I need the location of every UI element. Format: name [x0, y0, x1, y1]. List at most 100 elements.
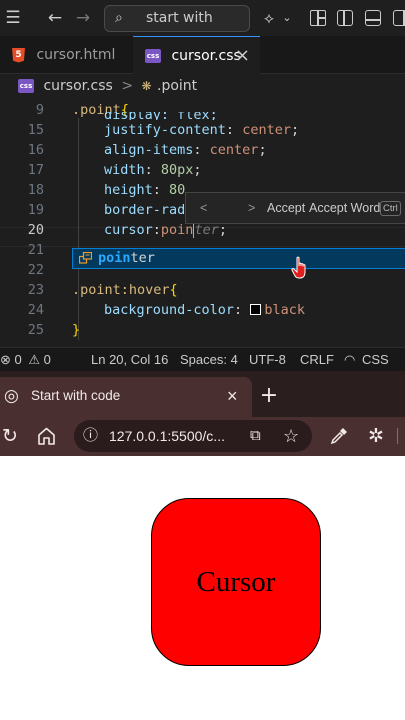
- menu-icon[interactable]: ☰: [0, 0, 26, 36]
- line-number: 25: [27, 322, 44, 338]
- code-token: center: [209, 142, 259, 158]
- forward-arrow-icon[interactable]: →: [70, 0, 96, 36]
- toggle-panel-icon[interactable]: [365, 10, 381, 26]
- code-token: height: [104, 182, 153, 198]
- address-bar[interactable]: ⓘ 127.0.0.1:5500/c... ⧉ ☆: [74, 420, 312, 452]
- code-token: center: [242, 122, 291, 138]
- close-tab-icon[interactable]: ×: [227, 377, 238, 415]
- suggest-match: poin: [98, 250, 131, 266]
- line-content: .point:hover{: [72, 280, 178, 300]
- app-available-icon[interactable]: ⧉: [250, 420, 261, 452]
- code-token: background-color: [104, 302, 235, 318]
- code-line[interactable]: 17 width: 80px;: [0, 160, 405, 180]
- line-content: justify-content: center;: [104, 120, 299, 140]
- encoding[interactable]: UTF-8: [249, 348, 286, 371]
- vscode-window: ☰ ← → ⌕ start with code ⟡ ⌄ 5 cursor.htm…: [0, 0, 405, 371]
- browser-tab-strip: ◎ Start with code × +: [0, 371, 405, 417]
- previous-suggestion-icon[interactable]: <: [200, 193, 207, 223]
- code-token: :: [193, 142, 210, 158]
- shortcut-key: Ctrl: [380, 201, 401, 216]
- favorite-star-icon[interactable]: ☆: [283, 420, 299, 452]
- html5-icon: 5: [12, 47, 25, 63]
- point-box[interactable]: Cursor: [151, 498, 321, 666]
- layout-icon[interactable]: [310, 10, 326, 26]
- code-token: ter: [194, 222, 219, 238]
- error-icon: ⊗: [0, 352, 11, 367]
- code-token: 80px: [160, 162, 194, 178]
- line-number: 21: [27, 242, 44, 258]
- extensions-icon[interactable]: ✲: [364, 420, 388, 452]
- language-status-icon: ◠: [344, 352, 356, 367]
- browser-window: ◎ Start with code × + ↻ ⓘ 127.0.0.1:5500…: [0, 371, 405, 456]
- code-token: :: [144, 162, 161, 178]
- eyedropper-icon[interactable]: [330, 427, 348, 445]
- line-number: 19: [27, 202, 44, 218]
- command-center-search[interactable]: ⌕ start with code: [104, 5, 250, 51]
- breadcrumb-file[interactable]: cursor.css: [43, 78, 112, 94]
- home-icon[interactable]: [37, 427, 56, 445]
- code-token: black: [264, 302, 305, 318]
- browser-tab[interactable]: ◎ Start with code ×: [0, 377, 252, 417]
- breadcrumb: css cursor.css > ❋ .point: [0, 74, 405, 99]
- globe-icon: ◎: [4, 386, 19, 405]
- code-token: .point:hover: [72, 282, 170, 298]
- toolbar-divider: [397, 428, 398, 444]
- cursor-position[interactable]: Ln 20, Col 16: [91, 348, 168, 371]
- reload-icon[interactable]: ↻: [0, 420, 20, 452]
- back-arrow-icon[interactable]: ←: [42, 0, 68, 36]
- partial-code-line: display: flex;: [104, 112, 218, 120]
- line-content: }: [72, 320, 80, 340]
- code-token: ;: [193, 162, 202, 178]
- code-line[interactable]: 16 align-items: center;: [0, 140, 405, 160]
- code-token: ;: [290, 122, 300, 138]
- info-icon[interactable]: ⓘ: [83, 420, 98, 452]
- code-token: {: [169, 282, 178, 298]
- problems-indicator[interactable]: ⊗ 0 ⚠ 0: [0, 348, 51, 371]
- breadcrumb-symbol[interactable]: .point: [157, 78, 197, 94]
- point-box-label: Cursor: [196, 565, 276, 598]
- code-line[interactable]: 15 justify-content: center;: [0, 120, 405, 140]
- line-number: 22: [27, 262, 44, 278]
- chevron-down-icon[interactable]: ⌄: [280, 0, 294, 36]
- url-text[interactable]: 127.0.0.1:5500/c...: [109, 420, 225, 452]
- code-token: justify-content: [104, 122, 226, 138]
- code-token: :: [152, 182, 170, 198]
- code-line[interactable]: 25}: [0, 320, 405, 340]
- code-line[interactable]: 24 background-color: black: [0, 300, 405, 320]
- accept-button[interactable]: Accept: [267, 193, 305, 223]
- tab-cursor-html[interactable]: 5 cursor.html: [0, 36, 128, 74]
- line-number: 23: [27, 282, 44, 298]
- code-token: :: [152, 222, 161, 238]
- next-suggestion-icon[interactable]: >: [248, 193, 255, 223]
- color-swatch-icon[interactable]: [250, 304, 262, 315]
- editor-tabs: 5 cursor.html css cursor.css ×: [0, 36, 405, 74]
- enum-value-icon: [79, 252, 92, 264]
- css-selector-icon: ❋: [141, 79, 152, 93]
- web-page: Cursor: [0, 456, 405, 720]
- indentation[interactable]: Spaces: 4: [180, 348, 238, 371]
- css-icon: css: [18, 79, 34, 93]
- line-content: border-rad: [104, 200, 185, 220]
- line-content: background-color: black: [104, 300, 305, 320]
- new-tab-icon[interactable]: +: [258, 377, 280, 415]
- code-line[interactable]: 23 .point:hover{: [0, 280, 405, 300]
- code-token: :: [234, 302, 251, 318]
- line-content: height: 80: [104, 180, 185, 200]
- code-token: 80: [169, 182, 186, 198]
- toggle-sidebar-icon[interactable]: [337, 10, 353, 26]
- code-token: cursor: [104, 222, 153, 238]
- css-icon: css: [145, 49, 161, 63]
- close-icon[interactable]: ×: [235, 37, 250, 75]
- toggle-secondary-sidebar-icon[interactable]: [393, 10, 405, 26]
- search-icon: ⌕: [115, 10, 123, 26]
- line-number: 20: [27, 222, 44, 238]
- title-bar: ☰ ← → ⌕ start with code ⟡ ⌄: [0, 0, 405, 51]
- code-token: align-items: [104, 142, 194, 158]
- tab-cursor-css[interactable]: css cursor.css ×: [133, 36, 260, 74]
- copilot-icon[interactable]: ⟡: [258, 0, 280, 36]
- end-of-line[interactable]: CRLF: [300, 348, 334, 371]
- language-mode[interactable]: ◠ CSS: [344, 348, 389, 371]
- accept-word-button[interactable]: Accept Word: [309, 193, 380, 223]
- suggest-widget-item[interactable]: pointer: [72, 248, 405, 269]
- warning-icon: ⚠: [28, 352, 41, 367]
